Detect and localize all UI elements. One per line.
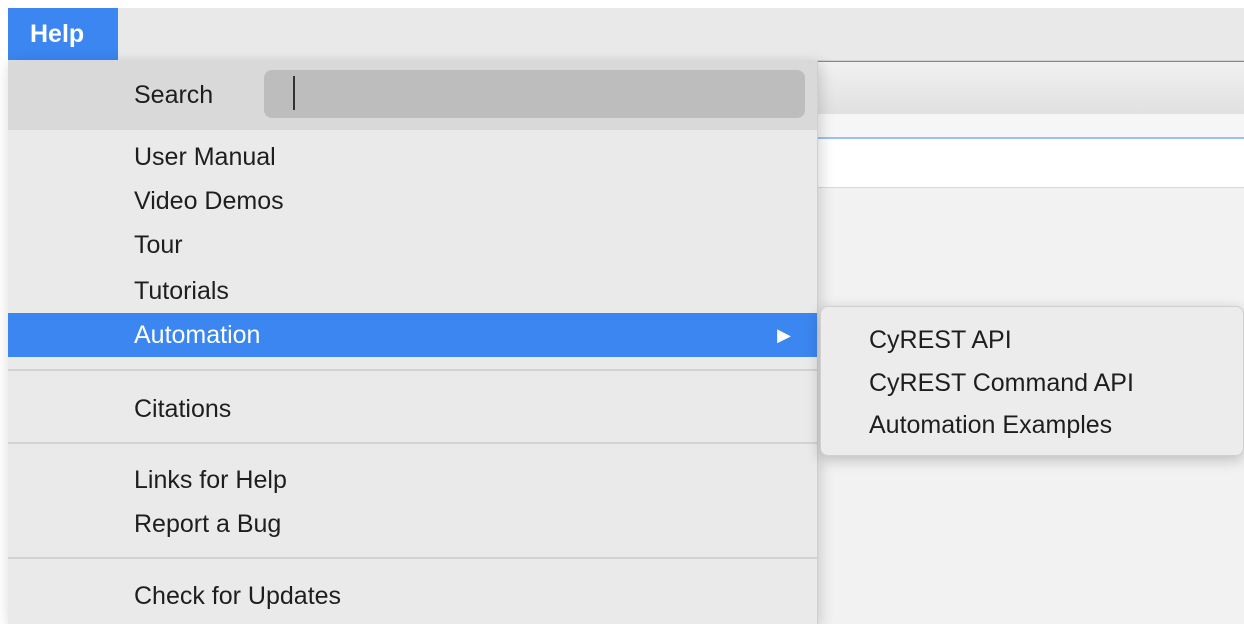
menu-separator (8, 369, 817, 371)
menu-item-automation[interactable]: Automation ▶ (8, 313, 817, 357)
menu-item-citations[interactable]: Citations (8, 387, 817, 431)
submenu-item-cyrest-api[interactable]: CyREST API (821, 319, 1243, 362)
menu-item-links-for-help[interactable]: Links for Help (8, 458, 817, 502)
automation-submenu: CyREST API CyREST Command API Automation… (820, 306, 1244, 456)
search-label: Search (134, 81, 214, 109)
menu-item-tour[interactable]: Tour (8, 223, 817, 267)
menu-separator (8, 557, 817, 559)
menu-item-automation-label: Automation (134, 321, 261, 349)
help-search-input[interactable] (264, 70, 805, 118)
menu-item-report-a-bug[interactable]: Report a Bug (8, 502, 817, 546)
submenu-item-cyrest-command-api[interactable]: CyREST Command API (821, 362, 1243, 405)
menu-item-user-manual[interactable]: User Manual (8, 135, 817, 179)
triangle-right-icon: ▶ (777, 325, 791, 345)
menu-item-check-for-updates[interactable]: Check for Updates (8, 574, 817, 618)
menu-bar: Help (8, 8, 1244, 61)
screen: Help Search User Manual Video Demos Tour… (0, 0, 1244, 624)
menu-separator (8, 442, 817, 444)
help-menu: Search User Manual Video Demos Tour Tuto… (8, 60, 818, 624)
text-caret (293, 76, 295, 110)
menu-item-video-demos[interactable]: Video Demos (8, 179, 817, 223)
help-search-row: Search (8, 60, 817, 130)
submenu-item-automation-examples[interactable]: Automation Examples (821, 404, 1243, 447)
menubar-help[interactable]: Help (8, 8, 118, 60)
menu-item-tutorials[interactable]: Tutorials (8, 269, 817, 313)
